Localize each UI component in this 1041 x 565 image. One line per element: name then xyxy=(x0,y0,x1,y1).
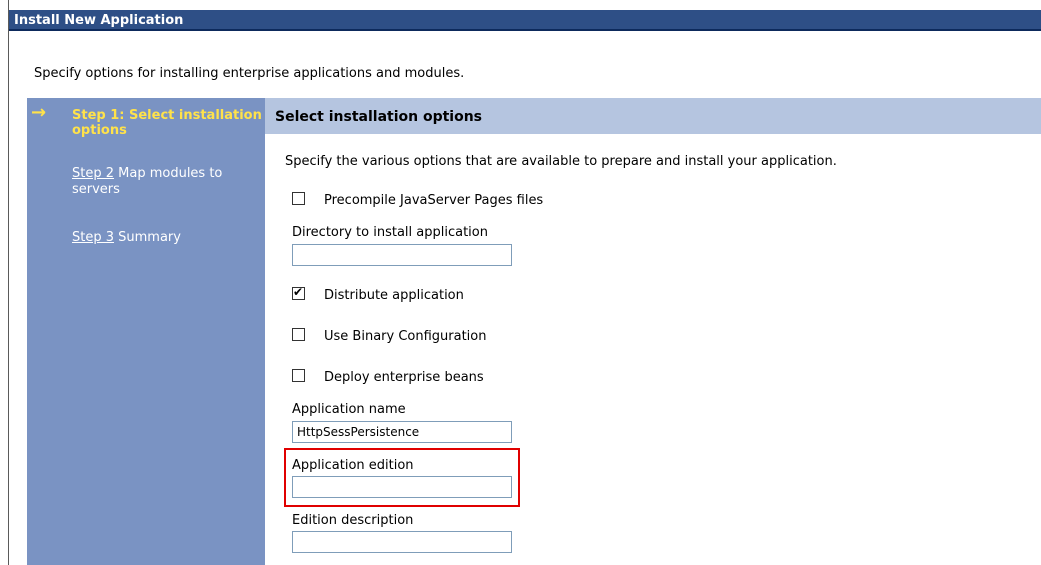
step-2-item: Step 2 Map modules to servers xyxy=(72,166,262,198)
current-step-arrow-icon: → xyxy=(31,102,47,123)
step-3-text: Summary xyxy=(114,230,181,245)
wizard-steps-nav: → Step 1: Select installation options St… xyxy=(27,98,265,565)
window-left-border xyxy=(8,0,9,565)
precompile-label: Precompile JavaServer Pages files xyxy=(324,193,544,208)
intro-text: Specify options for installing enterpris… xyxy=(34,66,465,81)
distribute-checkbox[interactable]: ✔ xyxy=(292,285,305,300)
step-1-current: Step 1: Select installation options xyxy=(72,108,262,138)
edition-input[interactable] xyxy=(292,476,512,498)
edition-description-label: Edition description xyxy=(292,513,414,528)
directory-label: Directory to install application xyxy=(292,225,488,240)
app-name-input[interactable] xyxy=(292,421,512,443)
edition-description-input[interactable] xyxy=(292,531,512,553)
step-2-link[interactable]: Step 2 xyxy=(72,166,114,181)
panel-header: Select installation options xyxy=(265,98,1041,134)
deploy-beans-label: Deploy enterprise beans xyxy=(324,370,484,385)
app-name-label: Application name xyxy=(292,402,406,417)
panel-description: Specify the various options that are ava… xyxy=(285,154,837,169)
step-3-item: Step 3 Summary xyxy=(72,230,262,246)
window-title: Install New Application xyxy=(9,10,1041,31)
precompile-checkbox[interactable] xyxy=(292,192,305,205)
directory-input[interactable] xyxy=(292,244,512,266)
distribute-label: Distribute application xyxy=(324,288,464,303)
edition-label: Application edition xyxy=(292,458,414,473)
checkmark-icon: ✔ xyxy=(293,285,304,299)
deploy-beans-checkbox[interactable] xyxy=(292,369,305,382)
step-3-link[interactable]: Step 3 xyxy=(72,230,114,245)
binary-config-label: Use Binary Configuration xyxy=(324,329,487,344)
binary-config-checkbox[interactable] xyxy=(292,328,305,341)
